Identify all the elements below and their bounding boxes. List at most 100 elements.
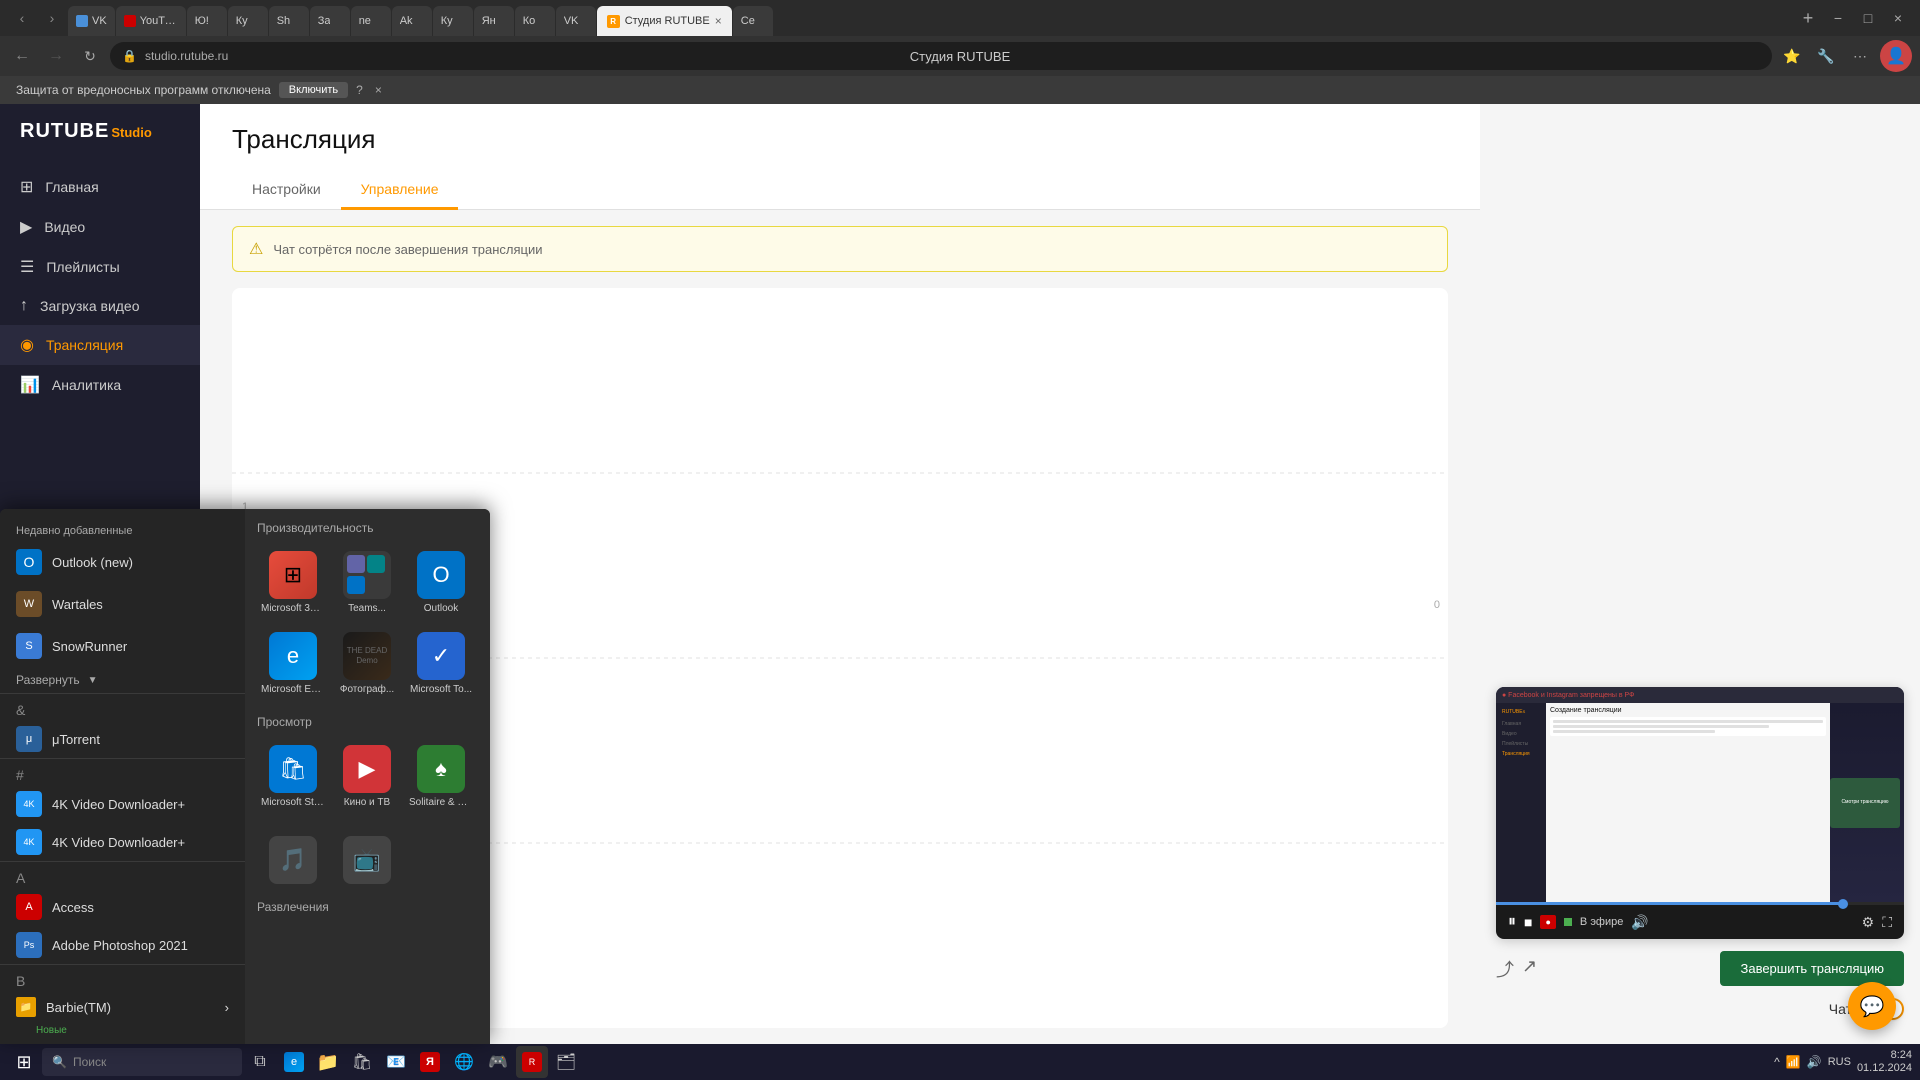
warning-triangle-icon: ⚠ [249,239,263,259]
start-item-4k-2[interactable]: 4K 4K Video Downloader+ [0,823,245,861]
enable-protection-button[interactable]: Включить [279,82,348,98]
taskbar-app-files[interactable]: 📁 [312,1046,344,1078]
browser-tab[interactable]: Ко [515,6,555,36]
browser-tab[interactable]: VK [556,6,596,36]
taskbar-app-chrome[interactable]: 🌐 [448,1046,480,1078]
browser-tab[interactable]: Ю! [187,6,227,36]
sidebar-item-upload[interactable]: ↑ Загрузка видео [0,287,200,325]
browser-tab[interactable]: Ak [392,6,432,36]
network-icon[interactable]: 📶 [1786,1055,1801,1069]
start-item-wartales[interactable]: W Wartales [0,583,245,625]
browser-tab[interactable]: За [310,6,350,36]
browser-tab[interactable]: VK [68,6,115,36]
warning-close-icon[interactable]: × [375,83,382,97]
taskbar-app-yandex[interactable]: Я [414,1046,446,1078]
stop-icon[interactable]: ■ [1524,914,1532,930]
app-grid-item-game[interactable]: THE DEADDemo Фотограф... [331,624,403,703]
app-grid-item-msstore[interactable]: 🛍 Microsoft Store [257,737,329,816]
sidebar-item-video[interactable]: ▶ Видео [0,207,200,247]
start-item-snowrunner[interactable]: S SnowRunner [0,625,245,667]
app-grid-item-ent1[interactable]: 🎵 [257,828,329,896]
keyboard-icon[interactable]: RUS [1828,1056,1851,1068]
browser-tab[interactable]: Се [733,6,773,36]
new-tab-button[interactable]: + [1794,4,1822,32]
volume-tray-icon[interactable]: 🔊 [1807,1055,1822,1069]
play-pause-icon[interactable]: ⏸ [1508,913,1516,931]
minimize-button[interactable]: − [1824,4,1852,32]
start-button[interactable]: ⊞ [8,1046,40,1078]
extensions-button[interactable]: 🔧 [1812,42,1840,70]
browser-tab[interactable]: Ян [474,6,514,36]
tray-chevron[interactable]: ^ [1774,1055,1780,1069]
sidebar-item-playlists[interactable]: ☰ Плейлисты [0,247,200,287]
expand-button[interactable]: Развернуть ▼ [0,667,245,693]
bookmark-button[interactable]: ⭐ [1778,42,1806,70]
video-preview: ● Facebook и Instagram запрещены в РФ RU… [1496,687,1904,939]
end-broadcast-button[interactable]: Завершить трансляцию [1720,951,1904,986]
start-item-4k-1[interactable]: 4K 4K Video Downloader+ [0,785,245,823]
live-status-dot [1564,918,1572,926]
start-item-amp[interactable]: μ μTorrent [0,720,245,758]
app-grid-item-edge[interactable]: e Microsoft Edge [257,624,329,703]
taskbar-app-mail[interactable]: 📧 [380,1046,412,1078]
taskbar-search[interactable]: 🔍 Поиск [42,1048,242,1076]
start-letter-amp: & [0,693,245,720]
browser-tab[interactable]: ne [351,6,391,36]
browser-tab[interactable]: Ку [433,6,473,36]
tab-management[interactable]: Управление [341,171,459,210]
app-label-m365: Microsoft 365... [261,603,325,614]
volume-icon[interactable]: 🔊 [1631,914,1648,931]
taskbar-app-edge[interactable]: e [278,1046,310,1078]
app-grid-item-outlook[interactable]: O Outlook [405,543,477,622]
app-grid-item-group[interactable]: Teams... [331,543,403,622]
browser-forward[interactable]: → [42,42,70,70]
share-icon[interactable]: ⤴ [1496,956,1514,982]
app-grid-item-ent2[interactable]: 📺 [331,828,403,896]
close-button[interactable]: × [1884,4,1912,32]
app-grid-item-m365[interactable]: ⊞ Microsoft 365... [257,543,329,622]
tab-settings[interactable]: Настройки [232,171,341,210]
broadcast-status-text: В эфире [1580,916,1623,928]
taskbar-app-discord[interactable]: R [516,1046,548,1078]
active-tab[interactable]: R Студия RUTUBE × [597,6,732,36]
floating-chat-button[interactable]: 💬 [1848,982,1896,1030]
app-grid-item-solitaire[interactable]: ♠ Solitaire & Ca... [405,737,477,816]
live-badge: ● [1540,915,1555,929]
browser-tab[interactable]: Sh [269,6,309,36]
browser-tab[interactable]: YouTube (4) [116,6,186,36]
taskbar-app-store[interactable]: 🛍 [346,1046,378,1078]
app-grid-item-todo[interactable]: ✓ Microsoft To... [405,624,477,703]
start-menu: Недавно добавленные O Outlook (new) W Wa… [0,509,490,1044]
recent-section-header: Недавно добавленные [0,517,245,541]
start-item-by-deception[interactable]: 📁 by Deception › [0,1038,245,1044]
external-link-icon[interactable]: ↗ [1522,956,1537,982]
more-button[interactable]: ⋯ [1846,42,1874,70]
browser-tab[interactable]: Ку [228,6,268,36]
browser-refresh[interactable]: ↻ [76,42,104,70]
browser-back[interactable]: ← [8,42,36,70]
fullscreen-icon[interactable]: ⛶ [1882,914,1892,931]
taskbar-task-view[interactable]: ⧉ [244,1046,276,1078]
taskbar-app-steam[interactable]: 🎮 [482,1046,514,1078]
start-item-barbie[interactable]: 📁 Barbie(TM) › [0,991,245,1023]
maximize-button[interactable]: □ [1854,4,1882,32]
sidebar-item-broadcast[interactable]: ◉ Трансляция [0,325,200,365]
sidebar-item-home[interactable]: ⊞ Главная [0,167,200,207]
time-display: 8:24 [1891,1049,1912,1062]
forward-button[interactable]: › [38,4,66,32]
taskbar-app-extra[interactable]: 🗂 [550,1046,582,1078]
clock[interactable]: 8:24 01.12.2024 [1857,1049,1912,1075]
app-grid-item-kino[interactable]: ▶ Кино и ТВ [331,737,403,816]
settings-video-icon[interactable]: ⚙ [1862,914,1875,931]
sidebar-item-analytics[interactable]: 📊 Аналитика [0,365,200,405]
warning-help-icon[interactable]: ? [356,83,363,97]
start-item-access[interactable]: A Access [0,888,245,926]
page-title-center: Студия RUTUBE [910,49,1011,64]
start-item-photoshop[interactable]: Ps Adobe Photoshop 2021 [0,926,245,964]
profile-avatar[interactable]: 👤 [1880,40,1912,72]
back-button[interactable]: ‹ [8,4,36,32]
start-item-outlook[interactable]: O Outlook (new) [0,541,245,583]
analytics-icon: 📊 [20,375,40,395]
search-placeholder: Поиск [73,1055,106,1069]
tab-close-icon[interactable]: × [715,14,722,28]
